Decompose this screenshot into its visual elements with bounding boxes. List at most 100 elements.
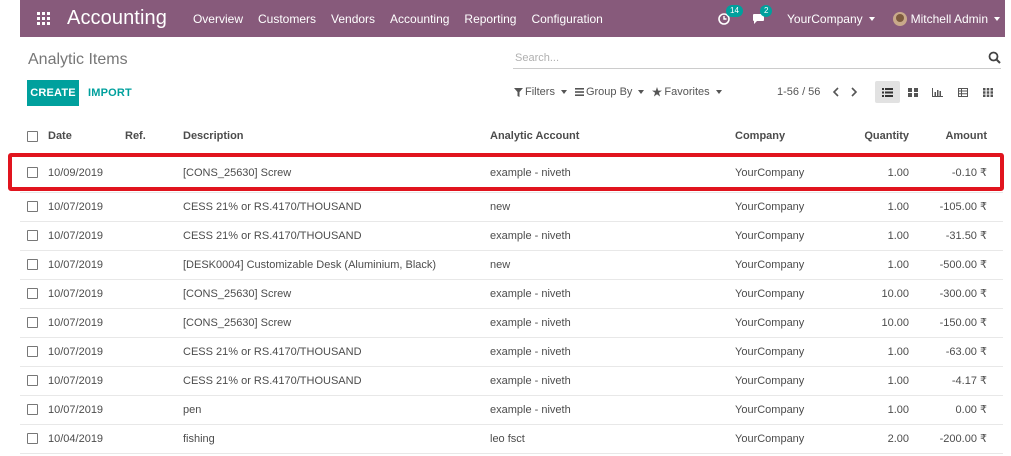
cell-description: [DESK0004] Customizable Desk (Aluminium,…: [183, 250, 490, 280]
row-checkbox[interactable]: [27, 167, 38, 179]
kanban-view-button[interactable]: [900, 81, 925, 103]
cell-description: [CONS_25630] Screw: [183, 153, 490, 193]
row-checkbox[interactable]: [27, 259, 38, 271]
avatar: [892, 11, 907, 26]
activity-button[interactable]: 14: [718, 4, 743, 25]
cell-date: 10/09/2019: [48, 153, 125, 193]
select-all-checkbox[interactable]: [27, 130, 38, 142]
cell-date: 10/07/2019: [48, 366, 125, 396]
table-row[interactable]: 10/07/2019 [CONS_25630] Screw example - ni…: [20, 308, 1003, 338]
column-header-ref[interactable]: Ref.: [125, 120, 183, 154]
cell-company: YourCompany: [735, 279, 828, 309]
group-by-dropdown[interactable]: Group By: [574, 86, 645, 98]
cell-date: 10/07/2019: [48, 395, 125, 425]
search-icon[interactable]: [988, 51, 1001, 64]
cell-amount: -4.17 ₹: [917, 366, 1003, 396]
column-header-analytic-account[interactable]: Analytic Account: [490, 120, 735, 154]
user-menu[interactable]: Mitchell Admin: [892, 11, 1000, 26]
cell-analytic-account: leo fsct: [490, 424, 735, 454]
table-row[interactable]: 10/07/2019 [DESK0004] Customizable Desk (…: [20, 250, 1003, 280]
column-header-date[interactable]: Date: [48, 120, 125, 154]
cell-quantity: 1.00: [828, 337, 917, 367]
amount-value: -63.00: [945, 346, 977, 358]
table-row[interactable]: 10/09/2019 [CONS_25630] Screw example - ni…: [20, 153, 1003, 193]
row-checkbox[interactable]: [27, 317, 38, 329]
pager-next-button[interactable]: [851, 87, 858, 97]
cell-amount: -31.50 ₹: [917, 221, 1003, 251]
list-icon: [882, 87, 893, 97]
menu-vendors[interactable]: Vendors: [331, 12, 375, 26]
currency-symbol: ₹: [980, 375, 987, 387]
cell-analytic-account: new: [490, 192, 735, 222]
cell-date: 10/07/2019: [48, 308, 125, 338]
cell-ref: [125, 308, 183, 338]
view-switcher: [875, 81, 1000, 103]
cell-analytic-account: example - niveth: [490, 337, 735, 367]
cell-analytic-account: new: [490, 250, 735, 280]
top-menu: Overview Customers Vendors Accounting Re…: [193, 12, 618, 26]
column-header-description[interactable]: Description: [183, 120, 490, 154]
filters-dropdown[interactable]: Filters: [514, 86, 567, 98]
menu-overview[interactable]: Overview: [193, 12, 243, 26]
menu-customers[interactable]: Customers: [258, 12, 316, 26]
graph-view-button[interactable]: [925, 81, 950, 103]
user-name: Mitchell Admin: [910, 11, 988, 26]
pivot-view-button[interactable]: [950, 81, 975, 103]
pager-previous-button[interactable]: [832, 87, 839, 97]
cell-amount: -200.00 ₹: [917, 424, 1003, 454]
cell-date: 10/07/2019: [48, 221, 125, 251]
menu-accounting[interactable]: Accounting: [390, 12, 449, 26]
cell-analytic-account: example - niveth: [490, 395, 735, 425]
app-title[interactable]: Accounting: [67, 7, 167, 30]
create-button[interactable]: CREATE: [27, 80, 79, 106]
table-row[interactable]: 10/07/2019 CESS 21% or RS.4170/THOUSAND ex…: [20, 337, 1003, 367]
cell-ref: [125, 221, 183, 251]
row-checkbox[interactable]: [27, 230, 38, 242]
search-input[interactable]: [513, 48, 973, 67]
chevron-right-icon: [851, 87, 858, 97]
list-view-button[interactable]: [875, 81, 900, 103]
currency-symbol: ₹: [980, 404, 987, 416]
cell-analytic-account: example - niveth: [490, 221, 735, 251]
row-checkbox[interactable]: [27, 433, 38, 445]
company-switcher[interactable]: YourCompany: [787, 12, 875, 26]
caret-down-icon: [560, 90, 567, 94]
row-checkbox[interactable]: [27, 375, 38, 387]
cell-amount: -0.10 ₹: [917, 153, 1003, 193]
menu-configuration[interactable]: Configuration: [531, 12, 602, 26]
column-header-quantity[interactable]: Quantity: [828, 120, 917, 154]
cell-ref: [125, 250, 183, 280]
row-select-cell: [20, 395, 48, 425]
cell-company: YourCompany: [735, 192, 828, 222]
cell-analytic-account: example - niveth: [490, 366, 735, 396]
row-checkbox[interactable]: [27, 201, 38, 213]
pager-value[interactable]: 1-56 / 56: [777, 86, 820, 98]
activity-count-badge: 14: [726, 4, 743, 17]
apps-menu-icon[interactable]: [20, 0, 66, 37]
import-button[interactable]: IMPORT: [82, 80, 138, 106]
cell-quantity: 1.00: [828, 366, 917, 396]
search-options: Filters Group By Favorites: [514, 86, 730, 98]
table-row[interactable]: 10/07/2019 [CONS_25630] Screw example - ni…: [20, 279, 1003, 309]
cell-date: 10/07/2019: [48, 279, 125, 309]
cell-amount: -300.00 ₹: [917, 279, 1003, 309]
table-row[interactable]: 10/07/2019 CESS 21% or RS.4170/THOUSAND ex…: [20, 221, 1003, 251]
row-checkbox[interactable]: [27, 288, 38, 300]
table-row[interactable]: 10/07/2019 pen example - niveth YourCompany…: [20, 395, 1003, 425]
row-checkbox[interactable]: [27, 346, 38, 358]
bar-chart-icon: [932, 87, 943, 97]
currency-symbol: ₹: [980, 201, 987, 213]
favorites-label: Favorites: [664, 86, 710, 98]
cell-quantity: 2.00: [828, 424, 917, 454]
table-row[interactable]: 10/07/2019 CESS 21% or RS.4170/THOUSAND ex…: [20, 366, 1003, 396]
messaging-button[interactable]: 2: [752, 4, 773, 25]
table-row[interactable]: 10/07/2019 CESS 21% or RS.4170/THOUSAND ne…: [20, 192, 1003, 222]
column-header-amount[interactable]: Amount: [917, 120, 1003, 154]
table-row[interactable]: 10/04/2019 fishing leo fsct YourCompany 2.00…: [20, 424, 1003, 454]
column-header-company[interactable]: Company: [735, 120, 828, 154]
row-checkbox[interactable]: [27, 404, 38, 416]
menu-reporting[interactable]: Reporting: [464, 12, 516, 26]
cell-company: YourCompany: [735, 308, 828, 338]
grid-view-button[interactable]: [975, 81, 1000, 103]
favorites-dropdown[interactable]: Favorites: [652, 86, 722, 98]
